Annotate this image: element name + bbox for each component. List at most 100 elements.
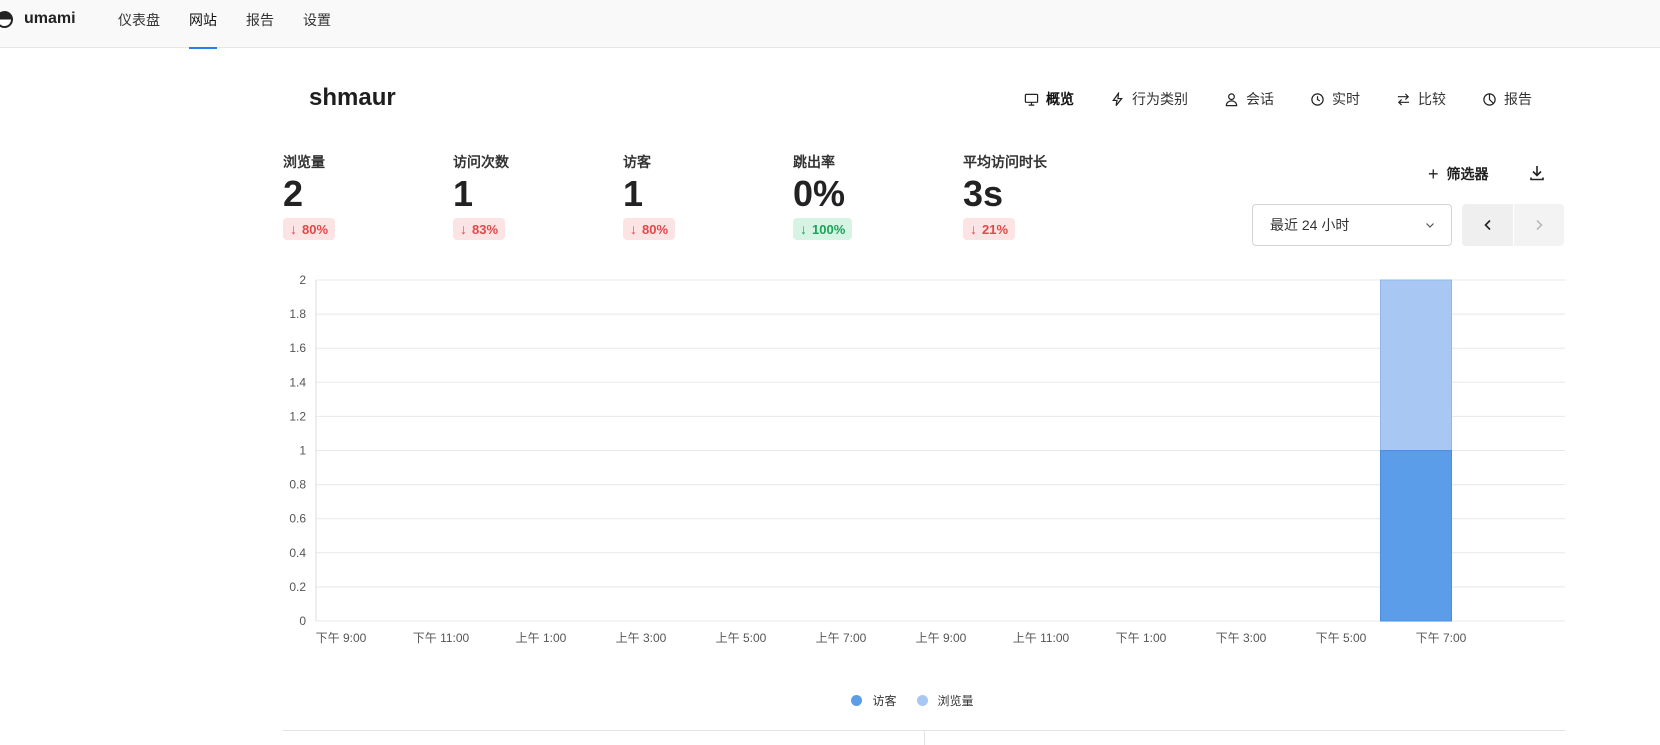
download-icon[interactable]: [1528, 164, 1546, 182]
x-tick-label: 上午 3:00: [616, 631, 667, 645]
tab-label: 报告: [1504, 91, 1532, 107]
tab-realtime[interactable]: 实时: [1310, 89, 1360, 109]
tab-events[interactable]: 行为类别: [1110, 89, 1188, 109]
next-range-button[interactable]: [1513, 204, 1564, 246]
x-tick-label: 下午 5:00: [1316, 631, 1367, 645]
metric-value: 1: [453, 173, 474, 214]
y-tick-label: 2: [299, 273, 306, 287]
y-tick-label: 0.2: [289, 580, 306, 594]
metric-value: 1: [623, 173, 644, 214]
metric-change-value: 21%: [982, 221, 1009, 237]
filter-button[interactable]: + 筛选器: [1428, 164, 1489, 184]
date-range-value: 最近 24 小时: [1270, 217, 1350, 233]
brand[interactable]: umami: [0, 8, 76, 30]
tab-label: 行为类别: [1132, 91, 1188, 107]
y-tick-label: 1.4: [289, 375, 306, 389]
metric-pageviews: 浏览量 2 ↓ 80%: [283, 152, 453, 240]
monitor-icon: [1024, 93, 1039, 106]
metric-label: 访客: [623, 154, 651, 170]
nav-item-dashboard[interactable]: 仪表盘: [118, 0, 160, 48]
pie-icon: [1483, 92, 1496, 106]
metric-change-value: 83%: [472, 221, 499, 237]
metric-value: 3s: [963, 173, 1004, 214]
legend-item-visitors[interactable]: 访客: [851, 692, 897, 709]
nav-item-settings[interactable]: 设置: [303, 0, 331, 48]
clock-icon: [1311, 92, 1324, 106]
metric-change-badge: ↓ 83%: [453, 218, 506, 240]
metric-change-value: 80%: [642, 221, 669, 237]
lightning-icon: [1112, 91, 1123, 106]
x-tick-label: 下午 9:00: [316, 631, 367, 645]
y-tick-label: 0.6: [289, 512, 306, 526]
y-tick-label: 1.2: [289, 409, 306, 423]
top-navbar: umami 仪表盘 网站 报告 设置: [0, 0, 1660, 49]
tab-label: 会话: [1246, 91, 1274, 107]
nav-item-reports[interactable]: 报告: [246, 0, 274, 48]
metric-change-value: 100%: [812, 221, 846, 237]
metric-change-badge: ↓ 80%: [283, 218, 336, 240]
swap-icon: [1397, 92, 1410, 106]
metric-visitors: 访客 1 ↓ 80%: [623, 152, 793, 240]
date-range-select[interactable]: 最近 24 小时: [1252, 204, 1452, 246]
metric-label: 平均访问时长: [963, 154, 1047, 170]
tab-compare[interactable]: 比较: [1396, 89, 1446, 109]
arrow-down-icon: ↓: [800, 221, 807, 237]
metric-avg-duration: 平均访问时长 3s ↓ 21%: [963, 152, 1133, 240]
y-tick-label: 0: [299, 614, 306, 628]
metric-change-value: 80%: [302, 221, 329, 237]
metric-change-badge: ↓ 80%: [623, 218, 676, 240]
x-tick-label: 下午 7:00: [1416, 631, 1467, 645]
arrow-down-icon: ↓: [970, 221, 977, 237]
x-tick-label: 下午 3:00: [1216, 631, 1267, 645]
metric-label: 跳出率: [793, 154, 835, 170]
arrow-down-icon: ↓: [290, 221, 297, 237]
metric-label: 浏览量: [283, 154, 325, 170]
date-nav: [1462, 204, 1564, 246]
y-tick-label: 0.4: [289, 546, 306, 560]
x-tick-label: 下午 11:00: [413, 631, 470, 645]
metrics-bar: 浏览量 2 ↓ 80% 访问次数 1 ↓ 83% 访客 1 ↓ 80% 跳出率 0% …: [283, 152, 1133, 240]
metric-value: 2: [283, 173, 304, 214]
legend-label: 浏览量: [937, 694, 974, 708]
website-tabs: 概览 行为类别 会话 实时 比较 报告: [1024, 89, 1568, 109]
tab-label: 实时: [1332, 91, 1360, 107]
x-tick-label: 上午 11:00: [1013, 631, 1070, 645]
tab-reports[interactable]: 报告: [1482, 89, 1532, 109]
arrow-down-icon: ↓: [630, 221, 637, 237]
chevron-down-icon: [1426, 223, 1434, 228]
legend-dot: [916, 695, 928, 706]
x-tick-label: 下午 1:00: [1116, 631, 1167, 645]
y-tick-label: 1: [299, 444, 306, 458]
legend-dot: [851, 695, 863, 706]
x-tick-label: 上午 9:00: [916, 631, 967, 645]
metric-change-badge: ↓ 100%: [793, 218, 853, 240]
main-nav: 仪表盘 网站 报告 设置: [118, 0, 360, 49]
legend-label: 访客: [872, 694, 897, 708]
x-tick-label: 上午 1:00: [516, 631, 567, 645]
tab-sessions[interactable]: 会话: [1224, 89, 1274, 109]
plus-icon: +: [1428, 164, 1439, 184]
prev-range-button[interactable]: [1462, 204, 1513, 246]
tab-label: 比较: [1418, 91, 1446, 107]
x-tick-label: 上午 7:00: [816, 631, 867, 645]
brand-name: umami: [24, 10, 76, 27]
user-icon: [1225, 92, 1238, 106]
y-tick-label: 1.6: [289, 341, 306, 355]
bar-visitors: [1380, 450, 1452, 622]
y-tick-label: 1.8: [289, 307, 306, 321]
pageviews-chart: 0 0.2 0.4 0.6 0.8 1 1.2 1.4 1.6 1.8 2 下午 9:00 下午 11:…: [289, 273, 1565, 645]
nav-item-websites[interactable]: 网站: [189, 0, 217, 49]
metric-label: 访问次数: [453, 154, 509, 170]
metric-bounce-rate: 跳出率 0% ↓ 100%: [793, 152, 963, 240]
metric-change-badge: ↓ 21%: [963, 218, 1016, 240]
metric-value: 0%: [793, 173, 846, 214]
tab-label: 概览: [1046, 91, 1074, 107]
metric-visits: 访问次数 1 ↓ 83%: [453, 152, 623, 240]
chevron-right-icon: [1536, 219, 1543, 231]
y-tick-label: 0.8: [289, 478, 306, 492]
divider: [924, 730, 925, 745]
chart-legend: 访客 浏览量: [0, 692, 1660, 709]
arrow-down-icon: ↓: [460, 221, 467, 237]
legend-item-pageviews[interactable]: 浏览量: [916, 692, 974, 709]
tab-overview[interactable]: 概览: [1024, 89, 1074, 109]
